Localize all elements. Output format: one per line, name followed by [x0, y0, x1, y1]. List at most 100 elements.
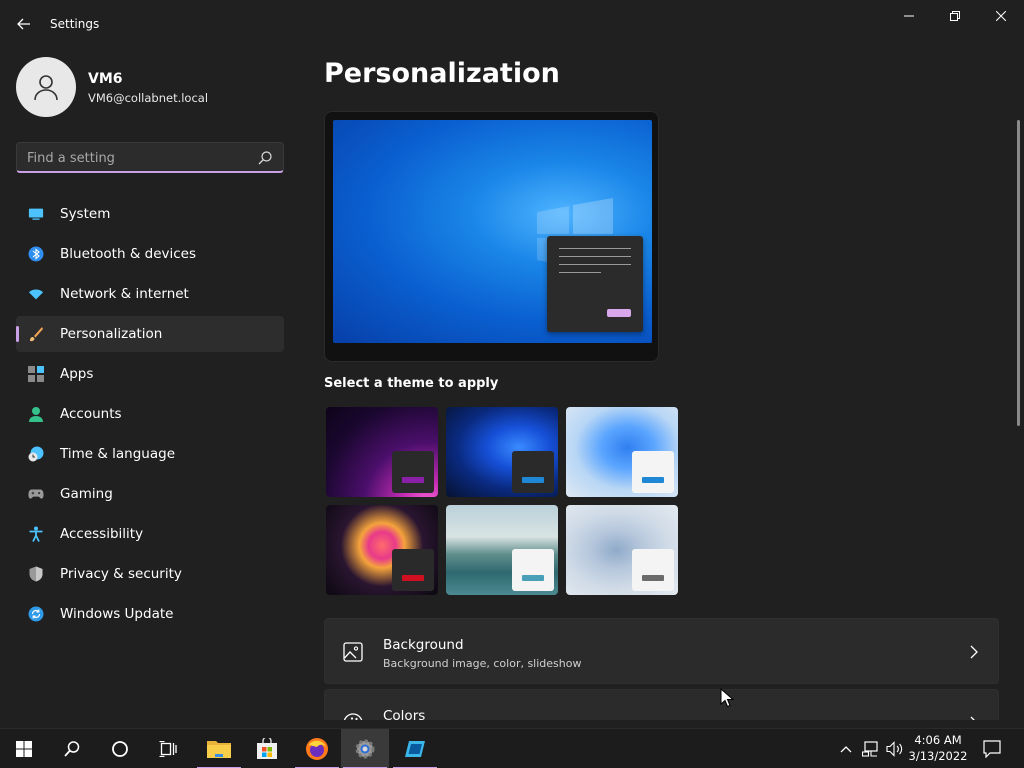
search-input[interactable]: [27, 149, 247, 167]
brush-icon: [28, 326, 44, 342]
theme-accent: [402, 477, 424, 483]
sidebar-item-label: Network & internet: [60, 286, 189, 302]
person-icon: [34, 75, 58, 101]
file-explorer-icon: [207, 741, 231, 758]
theme-captured-motion[interactable]: [326, 505, 438, 595]
user-profile[interactable]: VM6 VM6@collabnet.local: [16, 57, 286, 117]
theme-preview: [324, 111, 659, 362]
firefox-button[interactable]: [293, 729, 341, 768]
shield-icon: [28, 566, 44, 582]
theme-heading: Select a theme to apply: [324, 376, 499, 391]
theme-flow[interactable]: [446, 505, 558, 595]
image-icon: [343, 642, 363, 662]
task-view-icon: [159, 741, 177, 757]
apps-icon: [28, 366, 44, 382]
store-button[interactable]: [243, 729, 291, 768]
sidebar-item-privacy[interactable]: Privacy & security: [16, 556, 284, 592]
clock-time: 4:06 AM: [914, 733, 962, 747]
theme-card: [512, 549, 554, 591]
preview-window: [547, 236, 643, 332]
page-title: Personalization: [324, 58, 560, 89]
minimize-icon: [904, 15, 914, 17]
theme-sunrise[interactable]: [566, 505, 678, 595]
close-icon: [996, 11, 1006, 21]
show-hidden-icons-button[interactable]: [836, 739, 856, 759]
close-button[interactable]: [978, 0, 1024, 32]
row-title: Background: [383, 637, 464, 653]
sidebar-item-gaming[interactable]: Gaming: [16, 476, 284, 512]
restore-button[interactable]: [932, 0, 978, 32]
sidebar-item-bluetooth[interactable]: Bluetooth & devices: [16, 236, 284, 272]
chevron-right-icon: [970, 645, 978, 659]
theme-card: [632, 451, 674, 493]
theme-windows-dark[interactable]: [446, 407, 558, 497]
theme-glow[interactable]: [326, 407, 438, 497]
gamepad-icon: [28, 486, 44, 502]
profile-name: VM6: [88, 71, 123, 87]
theme-accent: [522, 575, 544, 581]
theme-accent: [642, 575, 664, 581]
volume-tray-button[interactable]: [885, 739, 905, 759]
scrollbar-thumb[interactable]: [1017, 120, 1020, 426]
cortana-button[interactable]: [96, 729, 144, 768]
theme-accent: [642, 477, 664, 483]
taskbar-search-button[interactable]: [48, 729, 96, 768]
sidebar-item-label: Windows Update: [60, 606, 174, 622]
mouse-cursor-icon: [720, 688, 734, 708]
search-icon[interactable]: [257, 150, 273, 166]
sidebar-item-label: Gaming: [60, 486, 113, 502]
wallpaper-preview: [333, 120, 652, 343]
sidebar-item-accessibility[interactable]: Accessibility: [16, 516, 284, 552]
search-box[interactable]: [16, 142, 284, 173]
theme-card: [392, 549, 434, 591]
firefox-icon: [306, 738, 328, 760]
accessibility-icon: [28, 526, 44, 542]
sidebar-item-label: Apps: [60, 366, 94, 382]
remote-app-button[interactable]: [391, 729, 439, 768]
taskbar-clock[interactable]: 4:06 AM 3/13/2022: [904, 732, 972, 764]
sidebar-item-label: Bluetooth & devices: [60, 246, 197, 262]
sidebar-item-apps[interactable]: Apps: [16, 356, 284, 392]
theme-card: [512, 451, 554, 493]
back-arrow-icon: [17, 18, 30, 30]
background-setting[interactable]: Background Background image, color, slid…: [324, 618, 999, 684]
action-center-button[interactable]: [982, 739, 1002, 759]
settings-app-button[interactable]: [341, 729, 389, 768]
task-view-button[interactable]: [144, 729, 192, 768]
cortana-icon: [112, 741, 128, 757]
search-icon: [64, 741, 80, 757]
sidebar: VM6 VM6@collabnet.local System Bluetooth…: [0, 48, 300, 720]
start-icon: [16, 741, 32, 757]
sidebar-item-label: Personalization: [60, 326, 163, 342]
theme-windows-light[interactable]: [566, 407, 678, 497]
file-explorer-button[interactable]: [195, 729, 243, 768]
chevron-up-icon: [840, 746, 852, 753]
clock-date: 3/13/2022: [908, 749, 968, 763]
settings-icon: [355, 739, 375, 759]
palette-icon: [343, 713, 363, 720]
clock-globe-icon: [28, 446, 44, 462]
preview-accent-button: [607, 309, 631, 317]
network-tray-button[interactable]: [861, 739, 881, 759]
notification-icon: [983, 740, 1001, 758]
sidebar-item-windows-update[interactable]: Windows Update: [16, 596, 284, 632]
sidebar-item-network[interactable]: Network & internet: [16, 276, 284, 312]
chevron-right-icon: [970, 716, 975, 720]
wifi-icon: [28, 286, 44, 302]
sidebar-item-personalization[interactable]: Personalization: [16, 316, 284, 352]
app-title: Settings: [50, 17, 100, 31]
theme-accent: [522, 477, 544, 483]
title-bar: Settings: [0, 0, 1024, 48]
colors-setting[interactable]: Colors: [324, 689, 999, 720]
nav-list: System Bluetooth & devices Network & int…: [16, 196, 284, 636]
bluetooth-icon: [28, 246, 44, 262]
start-button[interactable]: [0, 729, 48, 768]
row-title: Colors: [383, 708, 426, 720]
sidebar-item-system[interactable]: System: [16, 196, 284, 232]
minimize-button[interactable]: [886, 0, 932, 32]
theme-card: [632, 549, 674, 591]
restore-icon: [950, 11, 960, 21]
sidebar-item-accounts[interactable]: Accounts: [16, 396, 284, 432]
back-button[interactable]: [10, 10, 38, 38]
sidebar-item-time-language[interactable]: Time & language: [16, 436, 284, 472]
